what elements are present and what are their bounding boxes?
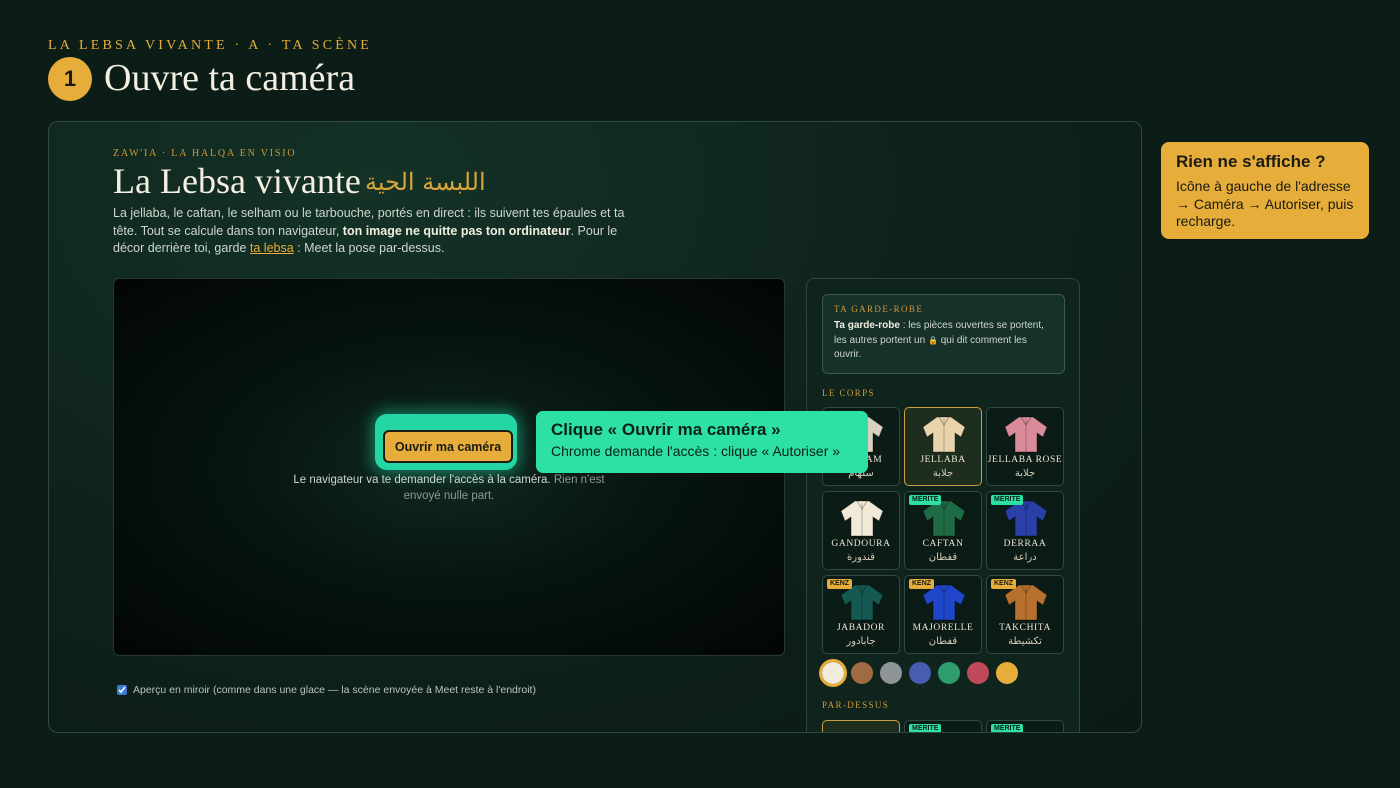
garment-tile[interactable]: JABADOR جابادور KENZ <box>822 575 900 654</box>
garment-name: CAFTAN <box>922 539 964 549</box>
callout-body: Chrome demande l'accès : clique « Autori… <box>551 443 841 459</box>
color-swatch[interactable] <box>909 662 931 684</box>
garment-name: JABADOR <box>836 623 885 633</box>
garment-tile[interactable]: GANDOURA قندورة <box>822 491 900 570</box>
garment-badge: MÉRITE <box>909 495 942 505</box>
garment-name: MAJORELLE <box>912 623 974 633</box>
overlay-badge: MÉRITE <box>991 724 1024 732</box>
lebsa-link[interactable]: ta lebsa <box>250 241 294 255</box>
step-title: Ouvre ta caméra <box>104 57 356 99</box>
garment-tile[interactable]: CAFTAN قفطان MÉRITE <box>904 491 982 570</box>
garment-name: JELLABA <box>920 455 966 465</box>
garment-name-arabic: جلابة <box>1014 468 1036 479</box>
overlay-badge: MÉRITE <box>909 724 942 732</box>
garment-name-arabic: جلابة <box>932 468 954 479</box>
garment-name-arabic: دراعة <box>1013 552 1037 563</box>
wardrobe-info: TA GARDE-ROBE Ta garde-robe : les pièces… <box>822 294 1065 374</box>
intro-bold: ton image ne quitte pas ton ordinateur <box>342 223 571 238</box>
garment-tile[interactable]: JELLABA ROSE جلابة <box>986 407 1064 486</box>
section-over-label: PAR-DESSUS <box>822 700 890 710</box>
app-title-arabic: اللبسة الحية <box>365 168 486 196</box>
garment-name: JELLABA ROSE <box>987 455 1063 465</box>
color-swatch[interactable] <box>967 662 989 684</box>
app-kicker: ZAW'IA · LA HALQA EN VISIO <box>113 148 297 159</box>
section-body-label: LE CORPS <box>822 388 875 398</box>
garment-tile[interactable]: TAKCHITA تكشيطة KENZ <box>986 575 1064 654</box>
garment-name: DERRAA <box>1003 539 1047 549</box>
camera-note-main: Le navigateur va te demander l'accès à l… <box>293 474 551 486</box>
open-camera-button[interactable]: Ouvrir ma caméra <box>383 430 513 463</box>
color-swatch[interactable] <box>880 662 902 684</box>
color-swatch[interactable] <box>851 662 873 684</box>
garment-badge: KENZ <box>827 579 853 589</box>
intro-text: La jellaba, le caftan, le selham ou le t… <box>113 205 633 258</box>
eyebrow: LA LEBSA VIVANTE · A · TA SCÈNE <box>48 38 373 53</box>
tip-title: Rien ne s'affiche ? <box>1176 152 1326 171</box>
step-badge: 1 <box>48 57 92 101</box>
mirror-option[interactable]: Aperçu en miroir (comme dans une glace —… <box>117 684 536 696</box>
garment-tile[interactable]: JELLABA جلابة <box>904 407 982 486</box>
garment-name: TAKCHITA <box>999 623 1051 633</box>
garment-image <box>839 499 885 537</box>
mirror-checkbox[interactable] <box>117 685 127 695</box>
intro-part-3: : Meet la pose par-dessus. <box>293 241 445 255</box>
wardrobe-panel: TA GARDE-ROBE Ta garde-robe : les pièces… <box>806 278 1080 732</box>
garment-image <box>1003 415 1049 453</box>
help-tip: Rien ne s'affiche ? Icône à gauche de l'… <box>1161 142 1369 239</box>
wardrobe-kicker: TA GARDE-ROBE <box>834 304 924 314</box>
overlay-tile[interactable] <box>822 720 900 732</box>
color-swatch[interactable] <box>819 659 847 687</box>
garment-badge: KENZ <box>909 579 935 589</box>
overlay-tile[interactable]: MÉRITE <box>986 720 1064 732</box>
garment-name-arabic: قفطان <box>928 636 958 647</box>
instruction-callout: Clique « Ouvrir ma caméra » Chrome deman… <box>536 411 868 473</box>
mirror-label: Aperçu en miroir (comme dans une glace —… <box>133 684 536 696</box>
garment-tile[interactable]: DERRAA دراعة MÉRITE <box>986 491 1064 570</box>
callout-title: Clique « Ouvrir ma caméra » <box>551 420 781 439</box>
garment-badge: MÉRITE <box>991 495 1024 505</box>
garment-name: GANDOURA <box>831 539 891 549</box>
lock-icon: 🔒 <box>927 335 938 345</box>
garment-name-arabic: تكشيطة <box>1008 636 1042 647</box>
garment-badge: KENZ <box>991 579 1017 589</box>
garment-name-arabic: قندورة <box>847 552 875 563</box>
garment-image <box>921 415 967 453</box>
garment-tile[interactable]: MAJORELLE قفطان KENZ <box>904 575 982 654</box>
overlay-tile[interactable]: MÉRITE <box>904 720 982 732</box>
color-swatch[interactable] <box>938 662 960 684</box>
color-swatch[interactable] <box>996 662 1018 684</box>
wardrobe-info-bold: Ta garde-robe <box>834 320 900 331</box>
garment-name-arabic: قفطان <box>928 552 958 563</box>
camera-note: Le navigateur va te demander l'accès à l… <box>284 473 614 504</box>
app-title: La Lebsa vivante <box>113 161 361 201</box>
tip-body: Icône à gauche de l'adresse → Caméra → A… <box>1176 178 1354 229</box>
garment-name-arabic: جابادور <box>846 636 876 647</box>
wardrobe-info-text: Ta garde-robe : les pièces ouvertes se p… <box>834 319 1053 363</box>
